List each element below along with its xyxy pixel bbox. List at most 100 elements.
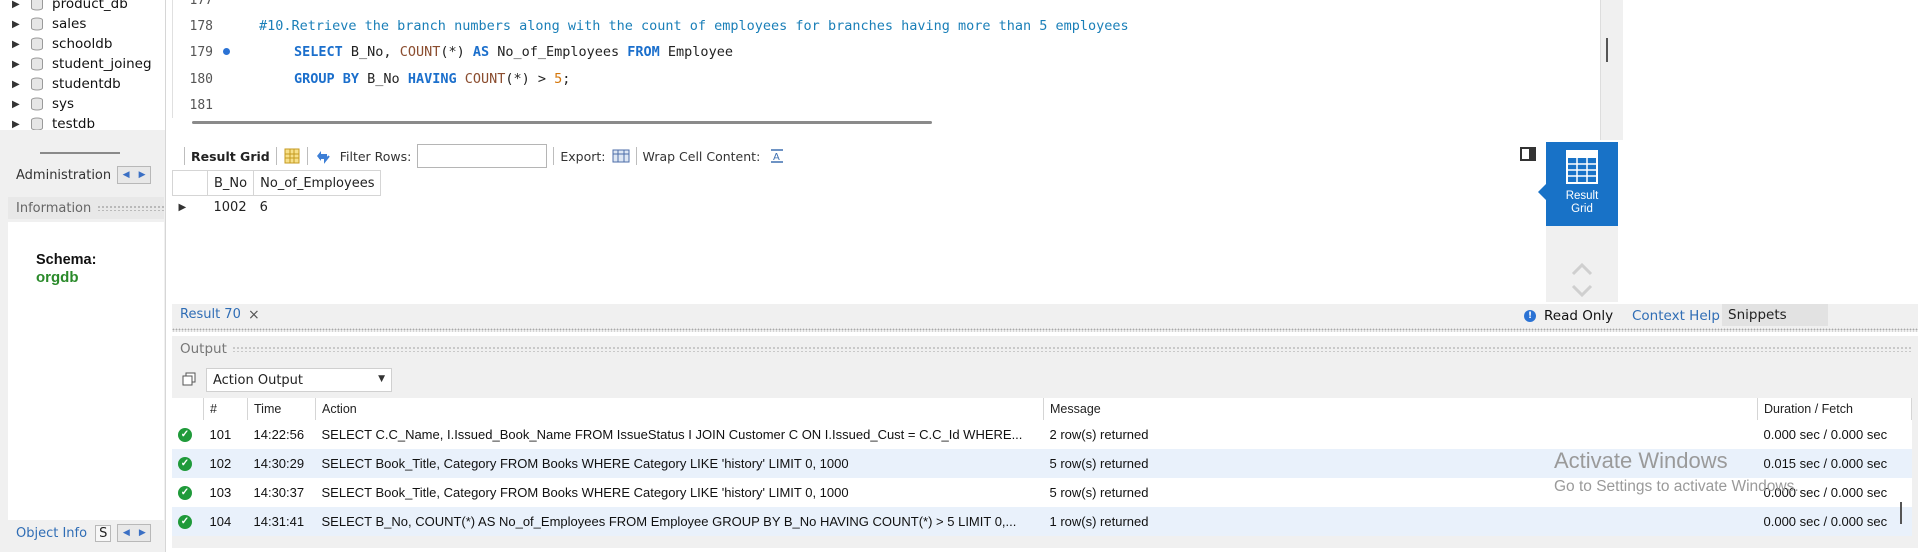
watermark-subtitle: Go to Settings to activate Windows. [1554,478,1799,495]
column-header-time[interactable]: Time [247,398,316,420]
result-grid-side-label-line2: Grid [1571,203,1593,215]
next-arrow-icon[interactable]: ▶ [134,525,150,541]
export-icon[interactable] [612,147,630,165]
line-number: 177 [189,0,213,8]
table-row[interactable]: ▶ 1002 6 [173,196,381,219]
sql-text: Employee [659,44,733,60]
tab-result-70[interactable]: Result 70 [180,307,241,322]
result-tab-strip: Result 70 × ! Read Only Context Help Sni… [172,304,1918,328]
wrap-text-icon[interactable]: A [768,147,786,165]
expand-arrow-icon[interactable]: ▶ [12,99,22,110]
output-vertical-scrollbar[interactable] [1900,502,1902,524]
status-cell: ✓ [172,449,204,478]
schema-name: product_db [52,0,128,12]
tab-context-help[interactable]: Context Help [1632,308,1720,324]
status-header [172,398,204,420]
schema-tree-item[interactable]: ▶ studentdb [12,75,121,93]
expand-arrow-icon[interactable]: ▶ [12,19,22,30]
chevron-down-icon: ▼ [378,374,385,384]
schema-tree-item[interactable]: ▶ sales [12,15,86,33]
close-icon[interactable]: × [248,307,260,323]
schema-name: testdb [52,116,96,130]
prev-arrow-icon[interactable]: ◀ [118,167,134,183]
panel-splitter[interactable] [172,328,1918,332]
wrap-cell-content-label: Wrap Cell Content: [642,148,761,164]
expand-arrow-icon[interactable]: ▶ [12,79,22,90]
next-arrow-icon[interactable]: ▶ [134,167,150,183]
sql-text: No_of_Employees [489,44,628,60]
cell-b-no[interactable]: 1002 [208,196,254,219]
output-mode-value: Action Output [213,372,304,388]
prev-arrow-icon[interactable]: ◀ [118,525,134,541]
schema-tree-item[interactable]: ▶ testdb [12,115,95,130]
schema-name: sys [52,96,75,112]
editor-vertical-scrollbar[interactable] [1606,38,1608,62]
status-cell: ✓ [172,507,204,536]
output-time: 14:22:56 [247,420,316,449]
sql-keyword: FROM [627,44,660,60]
left-sidebar: ▶ product_db ▶ sales ▶ schooldb ▶ student_joine… [0,0,166,552]
database-icon [31,17,43,31]
refresh-icon[interactable] [314,147,332,165]
filter-rows-input[interactable] [417,144,548,168]
output-duration: 0.000 sec / 0.000 sec [1757,420,1912,449]
result-grid-label[interactable]: Result Grid [191,149,270,164]
session-tab[interactable]: S [95,524,112,542]
output-mode-select[interactable]: Action Output ▼ [206,368,392,392]
column-header-action[interactable]: Action [315,398,1044,420]
output-row[interactable]: ✓ 104 14:31:41 SELECT B_No, COUNT(*) AS No_… [172,507,1912,536]
toolbar-separator [635,147,637,165]
row-selector-header [172,170,208,196]
grid-form-icon[interactable] [283,147,301,165]
information-tab[interactable]: Information [8,197,164,219]
sql-text: ; [562,71,571,87]
output-num: 103 [203,478,248,507]
column-header-no-of-employees[interactable]: No_of_Employees [253,170,382,196]
tab-snippets[interactable]: Snippets [1722,304,1828,326]
administration-tab[interactable]: Administration ◀ ▶ [8,164,164,186]
output-row[interactable]: ✓ 101 14:22:56 SELECT C.C_Name, I.Issued_Bo… [172,420,1912,449]
column-header-message[interactable]: Message [1043,398,1758,420]
editor-horizontal-scrollbar[interactable] [192,121,932,124]
sql-text: (*) [440,44,473,60]
scroll-chevrons-icon[interactable] [1570,260,1594,300]
line-number: 178 [189,19,213,34]
schema-tree-item[interactable]: ▶ schooldb [12,35,112,53]
copy-icon[interactable] [182,372,196,386]
output-duration: 0.000 sec / 0.000 sec [1757,507,1912,536]
object-info-nav-buttons[interactable]: ◀ ▶ [117,524,152,542]
column-header-b-no[interactable]: B_No [206,170,255,196]
cell-no-of-employees[interactable]: 6 [254,196,381,219]
toggle-side-panel-icon[interactable] [1520,147,1536,161]
export-label: Export: [560,148,606,164]
output-message: 2 row(s) returned [1043,420,1758,449]
column-header-duration[interactable]: Duration / Fetch [1757,398,1912,420]
output-action: SELECT Book_Title, Category FROM Books W… [315,478,1044,507]
sql-line-179: SELECT B_No, COUNT(*) AS No_of_Employees… [294,44,733,60]
output-time: 14:31:41 [247,507,316,536]
toolbar-separator [184,147,185,165]
expand-arrow-icon[interactable]: ▶ [12,119,22,130]
result-grid: B_No No_of_Employees ▶ 1002 6 [172,170,1542,302]
tree-splitter[interactable] [40,152,120,154]
result-table: B_No No_of_Employees ▶ 1002 6 [172,170,382,219]
expand-arrow-icon[interactable]: ▶ [12,59,22,70]
schema-value: orgdb [36,269,79,286]
schema-tree-item[interactable]: ▶ student_joineg [12,55,152,73]
sql-text: B_No, [342,44,400,60]
sql-editor[interactable]: 177 178 179 180 181 #10.Retrieve the bra… [172,0,1600,118]
database-icon [31,117,43,130]
output-toolbar: Action Output ▼ [172,362,1918,398]
panel-nav-buttons[interactable]: ◀ ▶ [117,166,152,184]
expand-arrow-icon[interactable]: ▶ [12,39,22,50]
status-cell: ✓ [172,478,204,507]
result-grid-side-tab[interactable]: Result Grid [1538,142,1618,226]
expand-arrow-icon[interactable]: ▶ [12,0,22,10]
schema-tree-item[interactable]: ▶ sys [12,95,74,113]
object-info-tab[interactable]: Object Info [16,526,87,541]
column-header-num[interactable]: # [203,398,248,420]
output-title: Output [180,341,227,357]
line-number: 181 [189,98,213,113]
schema-tree-item[interactable]: ▶ product_db [12,0,128,13]
